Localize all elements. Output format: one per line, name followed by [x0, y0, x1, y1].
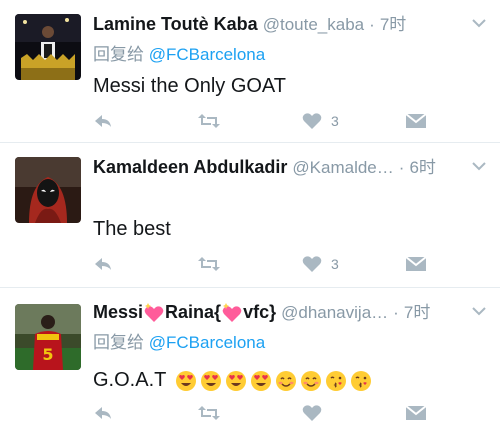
reply-button[interactable] [93, 253, 113, 275]
like-count: 3 [331, 113, 339, 129]
timestamp[interactable]: 6时 [409, 158, 435, 177]
like-count: 3 [331, 256, 339, 272]
reply-mention-link[interactable]: @FCBarcelona [149, 45, 265, 64]
tweet-item[interactable]: 5 Messi Raina{ vfc} @dhanavija… · 7时 回复给 @… [0, 288, 500, 430]
smiling-face-icon [300, 370, 321, 391]
separator-dot: · [398, 158, 405, 177]
retweet-button[interactable] [197, 110, 221, 132]
sparkling-heart-icon [144, 303, 164, 323]
envelope-icon [405, 405, 427, 420]
retweet-icon [198, 406, 220, 420]
avatar-photo-trophy [15, 14, 81, 80]
tweet-header: Lamine Toutè Kaba @toute_kaba · 7时 [93, 12, 470, 37]
chevron-down-icon[interactable] [470, 159, 488, 173]
reply-mention-link[interactable]: @FCBarcelona [149, 333, 265, 352]
reply-icon [95, 115, 111, 127]
reply-context: 回复给 @FCBarcelona [93, 44, 265, 66]
reply-prefix: 回复给 [93, 333, 149, 352]
avatar[interactable] [15, 157, 81, 223]
display-name[interactable]: Messi Raina{ vfc} [93, 302, 277, 323]
direct-message-button[interactable] [405, 253, 427, 275]
tweet-item[interactable]: Kamaldeen Abdulkadir @Kamalde… · 6时 The … [0, 143, 500, 288]
display-name[interactable]: Kamaldeen Abdulkadir [93, 157, 287, 177]
timestamp[interactable]: 7时 [404, 303, 430, 322]
direct-message-button[interactable] [405, 110, 427, 132]
sparkling-heart-icon [222, 303, 242, 323]
heart-eyes-face-icon [225, 370, 246, 391]
heart-eyes-face-icon [175, 370, 196, 391]
chevron-down-icon[interactable] [470, 16, 488, 30]
tweet-actions: 3 [93, 253, 433, 275]
heart-icon [302, 113, 322, 129]
heart-icon [302, 256, 322, 272]
user-handle[interactable]: @Kamalde… [292, 158, 393, 177]
display-name[interactable]: Lamine Toutè Kaba [93, 14, 258, 34]
retweet-icon [198, 257, 220, 271]
display-name-part: vfc} [243, 302, 277, 322]
tweet-text: G.O.A.T [93, 369, 166, 391]
tweet-text: The best [93, 218, 171, 240]
avatar-photo-player-number-5: 5 [15, 304, 81, 370]
chevron-down-icon[interactable] [470, 304, 488, 318]
user-handle[interactable]: @dhanavija… [281, 303, 388, 322]
emoji-row [172, 369, 372, 391]
smiling-face-icon [275, 370, 296, 391]
user-handle[interactable]: @toute_kaba [263, 15, 364, 34]
display-name-part: Raina{ [165, 302, 222, 322]
reply-button[interactable] [93, 110, 113, 132]
tweet-header: Kamaldeen Abdulkadir @Kamalde… · 6时 [93, 155, 470, 180]
envelope-icon [405, 256, 427, 271]
reply-context: 回复给 @FCBarcelona [93, 332, 265, 354]
heart-icon [302, 405, 322, 421]
direct-message-button[interactable] [405, 402, 427, 424]
like-button[interactable]: 3 [302, 253, 339, 275]
reply-prefix: 回复给 [93, 45, 149, 64]
like-button[interactable]: 3 [302, 110, 339, 132]
heart-eyes-face-icon [250, 370, 271, 391]
display-name-part: Messi [93, 302, 144, 322]
separator-dot: · [393, 303, 399, 322]
tweet-text-row: G.O.A.T [93, 366, 372, 394]
avatar[interactable]: 5 [15, 304, 81, 370]
retweet-button[interactable] [197, 402, 221, 424]
tweet-header: Messi Raina{ vfc} @dhanavija… · 7时 [93, 300, 470, 325]
tweet-text: Messi the Only GOAT [93, 75, 287, 97]
kissing-face-icon [350, 370, 371, 391]
kissing-face-icon [325, 370, 346, 391]
retweet-icon [198, 114, 220, 128]
separator-dot: · [369, 15, 375, 34]
envelope-icon [405, 113, 427, 128]
timestamp[interactable]: 7时 [380, 15, 406, 34]
reply-button[interactable] [93, 402, 113, 424]
reply-icon [95, 407, 111, 419]
retweet-button[interactable] [197, 253, 221, 275]
reply-icon [95, 258, 111, 270]
tweet-actions [93, 402, 433, 424]
like-button[interactable] [302, 402, 322, 424]
tweet-actions: 3 [93, 110, 433, 132]
svg-text:5: 5 [42, 345, 53, 364]
heart-eyes-face-icon [200, 370, 221, 391]
avatar[interactable] [15, 14, 81, 80]
avatar-photo-hooded-figure [15, 157, 81, 223]
tweet-item[interactable]: Lamine Toutè Kaba @toute_kaba · 7时 回复给 @… [0, 0, 500, 143]
